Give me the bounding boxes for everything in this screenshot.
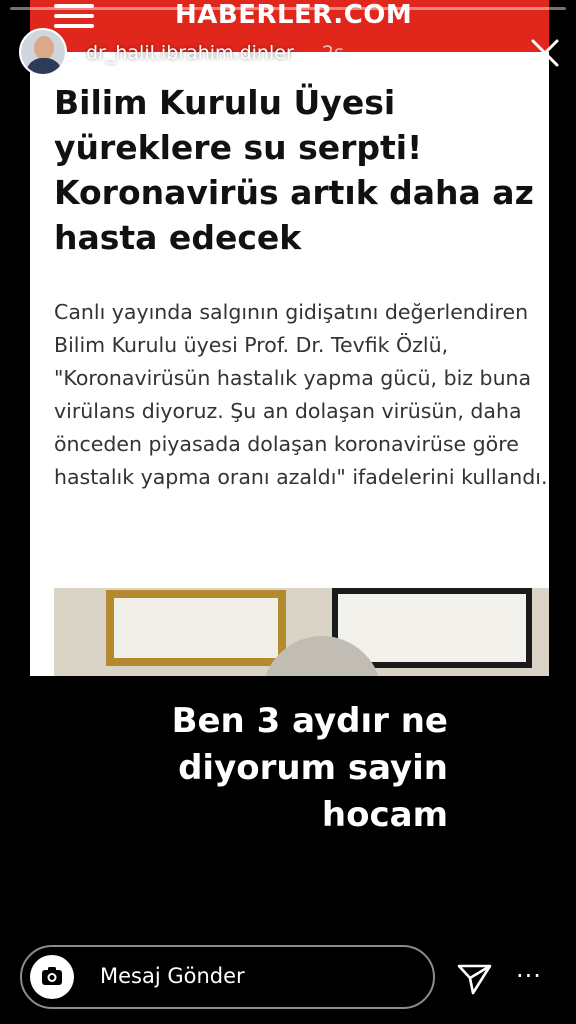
article-photo [54, 588, 549, 676]
article-headline: Bilim Kurulu Üyesi yüreklere su serpti! … [54, 83, 534, 257]
story-caption: Ben 3 aydır ne diyorum sayin hocam [150, 698, 448, 839]
message-input[interactable]: Mesaj Gönder [20, 945, 435, 1009]
caption-line: hocam [321, 795, 448, 835]
photo-frame-left [106, 590, 286, 666]
article-body: Canlı yayında salgının gidişatını değerl… [54, 300, 548, 489]
story-media-card: HABERLER.COM Bilim Kurulu Üyesi yürekler… [30, 0, 549, 676]
story-progress-bar [10, 7, 566, 10]
story-username[interactable]: dr_halil.ibrahim.dinler [86, 42, 294, 64]
send-icon[interactable] [456, 960, 494, 998]
site-logo: HABERLER.COM [175, 0, 413, 30]
camera-icon [42, 967, 62, 985]
camera-button[interactable] [30, 955, 74, 999]
story-timestamp: 2s [322, 42, 344, 64]
avatar[interactable] [19, 28, 67, 76]
caption-line: diyorum sayin [178, 748, 448, 788]
caption-line: Ben 3 aydır ne [171, 701, 448, 741]
message-placeholder: Mesaj Gönder [100, 964, 245, 988]
more-icon[interactable]: ··· [516, 962, 542, 990]
close-icon[interactable] [528, 36, 562, 70]
